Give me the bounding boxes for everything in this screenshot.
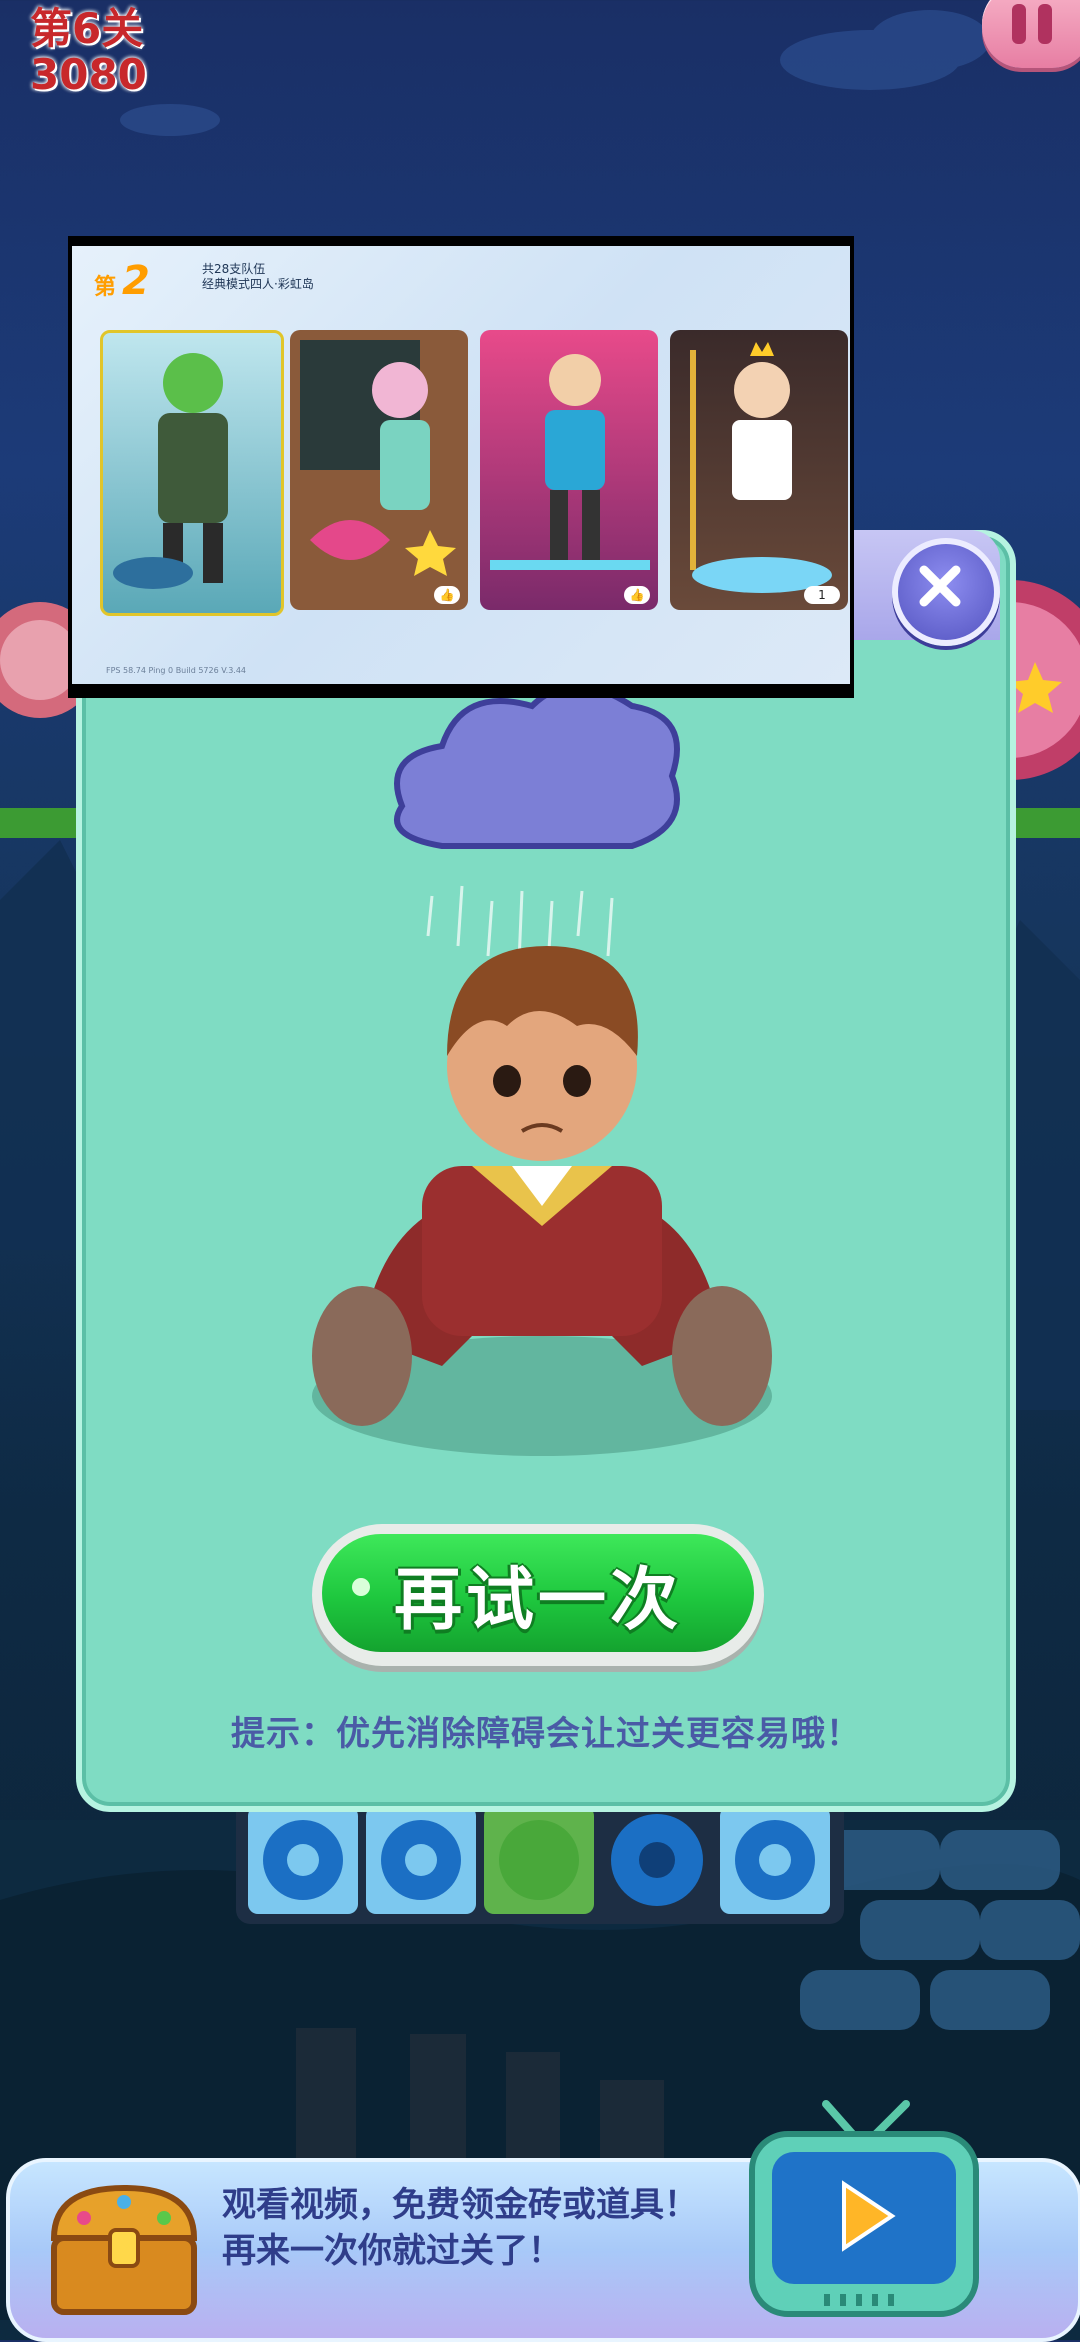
character-king-icon bbox=[690, 342, 832, 593]
ad-content: 第2 共28支队伍 经典模式四人·彩虹岛 👍 👍 1 FPS 58.74 Pin… bbox=[72, 246, 850, 684]
ad-info-line1: 共28支队伍 bbox=[202, 262, 266, 276]
highlight-dot bbox=[352, 1578, 370, 1596]
ad-footer: FPS 58.74 Ping 0 Build 5726 V.3.44 bbox=[106, 666, 247, 675]
retry-label: 再试一次 bbox=[393, 1560, 682, 1640]
thumbs-up-icon-2: 👍 bbox=[624, 586, 650, 604]
ad-banner[interactable]: 第2 共28支队伍 经典模式四人·彩虹岛 👍 👍 1 FPS 58.74 Pin… bbox=[68, 236, 854, 698]
score-value: 3080 bbox=[30, 50, 147, 99]
ad-card-2: 👍 bbox=[290, 330, 468, 610]
retry-button-face: 再试一次 bbox=[322, 1534, 754, 1652]
ad-card-4-likes: 1 bbox=[804, 586, 840, 604]
ad-card-1 bbox=[100, 330, 284, 616]
hint-text: 提示：优先消除障碍会让过关更容易哦！ bbox=[231, 1714, 861, 1754]
pause-icon-bar-2 bbox=[1038, 4, 1052, 44]
ad-card-3: 👍 bbox=[480, 330, 658, 610]
ad-rank-prefix: 第 bbox=[94, 275, 117, 300]
ad-card-4: 1 bbox=[670, 330, 848, 610]
ad-rank-number: 2 bbox=[122, 258, 150, 304]
sad-character-illustration bbox=[312, 946, 772, 1456]
character-pink-icon bbox=[300, 340, 456, 576]
close-icon bbox=[919, 565, 961, 607]
video-reward-line2: 再来一次你就过关了！ bbox=[222, 2231, 562, 2271]
close-button[interactable] bbox=[892, 538, 1000, 646]
level-hud: 第6关 3080 bbox=[30, 6, 147, 98]
video-reward-line1: 观看视频，免费领金砖或道具！ bbox=[222, 2185, 698, 2225]
character-blue-icon bbox=[490, 354, 650, 570]
level-label: 第6关 bbox=[30, 4, 144, 53]
tv-play-icon[interactable] bbox=[746, 2098, 982, 2320]
ad-rank: 第2 bbox=[94, 258, 150, 304]
thumbs-up-icon: 👍 bbox=[434, 586, 460, 604]
pause-button[interactable] bbox=[982, 0, 1080, 68]
video-reward-text: 观看视频，免费领金砖或道具！ 再来一次你就过关了！ bbox=[222, 2182, 698, 2274]
character-green-icon bbox=[113, 353, 228, 589]
retry-button[interactable]: 再试一次 bbox=[312, 1524, 764, 1666]
treasure-chest-icon bbox=[50, 2184, 198, 2315]
ad-info: 共28支队伍 经典模式四人·彩虹岛 bbox=[202, 262, 314, 292]
pause-icon bbox=[1012, 4, 1026, 44]
ad-info-line2: 经典模式四人·彩虹岛 bbox=[202, 277, 314, 291]
